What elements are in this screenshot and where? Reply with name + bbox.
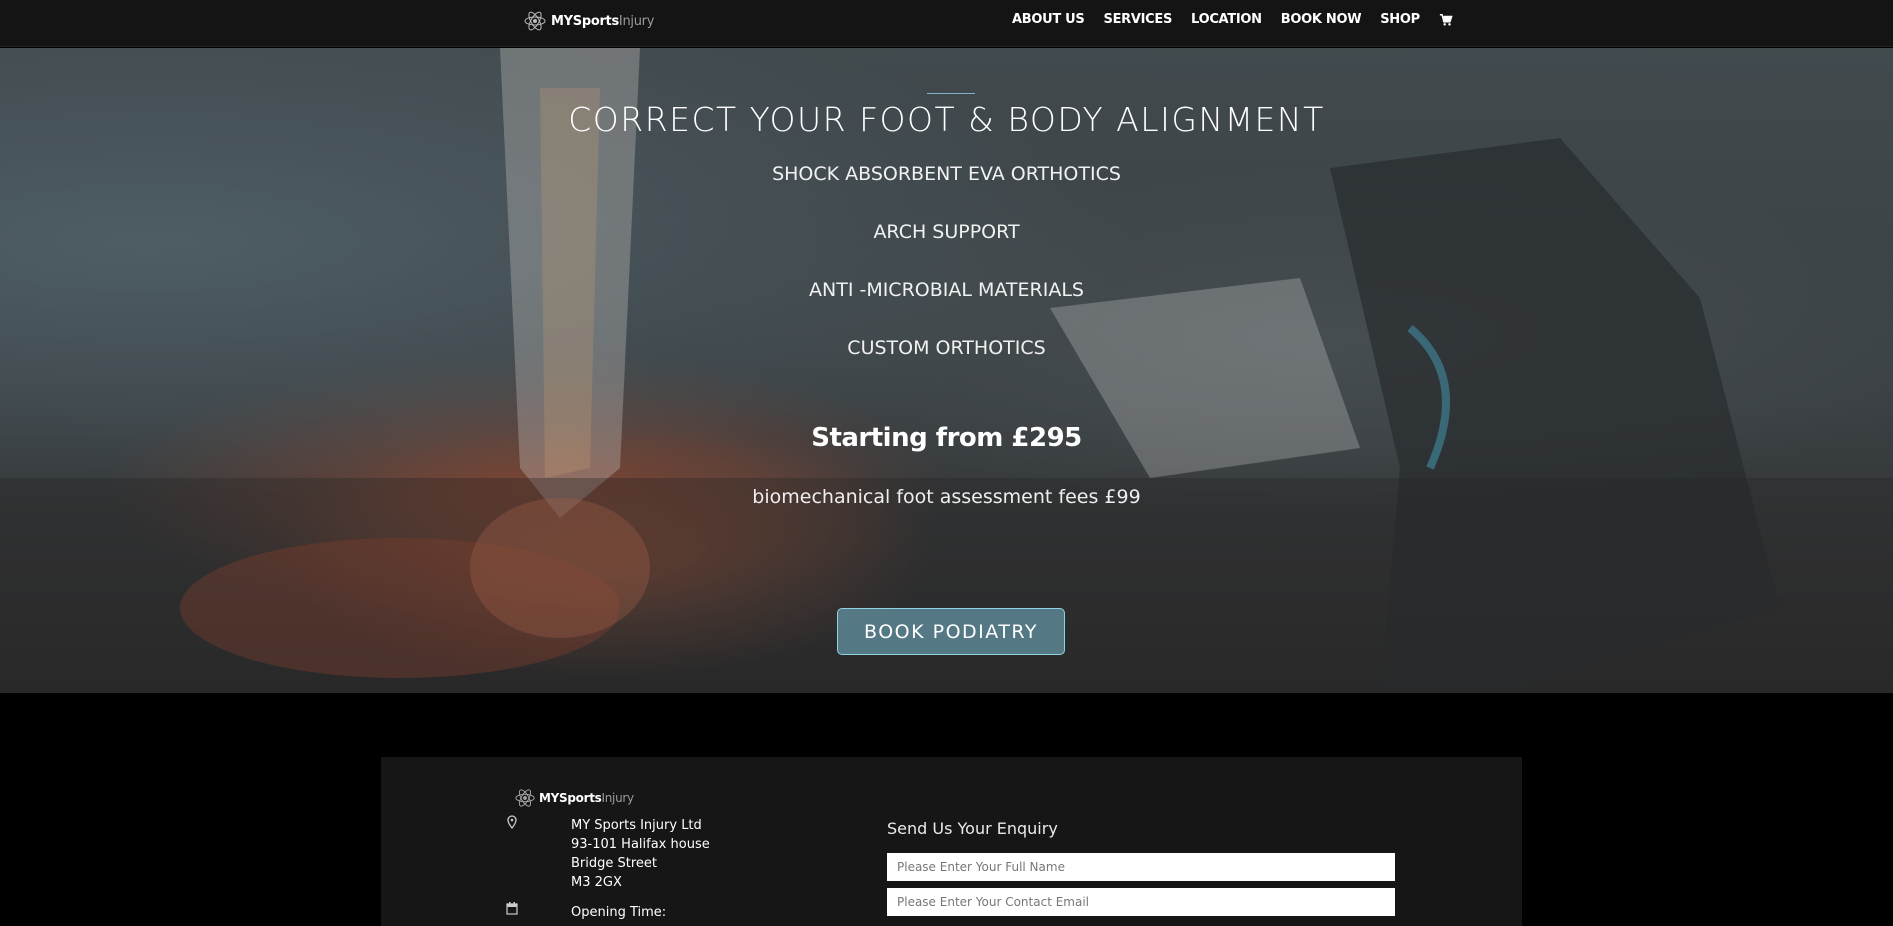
calendar-icon (506, 902, 518, 915)
contact-email-field[interactable] (887, 888, 1395, 916)
price-heading: Starting from £295 (811, 423, 1082, 453)
address-line: 93-101 Halifax house (571, 837, 710, 852)
atom-logo-icon (515, 789, 535, 807)
address-line: M3 2GX (571, 875, 622, 890)
footer-panel: MYSportsInjury MY Sports Injury Ltd 93-1… (381, 757, 1522, 926)
nav-shop[interactable]: SHOP (1380, 12, 1420, 27)
address-line: MY Sports Injury Ltd (571, 818, 702, 833)
opening-time-label: Opening Time: (571, 905, 667, 920)
location-pin-icon (507, 815, 517, 829)
nav-location[interactable]: LOCATION (1191, 12, 1262, 27)
nav-about-us[interactable]: ABOUT US (1012, 12, 1085, 27)
hero-title: CORRECT YOUR FOOT & BODY ALIGNMENT (568, 100, 1325, 139)
site-logo[interactable]: MYSportsInjury (523, 9, 654, 33)
title-divider (927, 93, 975, 94)
logo-text: MYSportsInjury (551, 13, 655, 29)
company-address: MY Sports Injury Ltd 93-101 Halifax hous… (571, 816, 710, 892)
feature-line: SHOCK ABSORBENT EVA ORTHOTICS (772, 163, 1121, 185)
nav-services[interactable]: SERVICES (1104, 12, 1173, 27)
cart-icon[interactable] (1439, 13, 1453, 27)
atom-logo-icon (524, 11, 546, 31)
footer-logo-text: MYSportsInjury (539, 791, 634, 805)
book-podiatry-button[interactable]: BOOK PODIATRY (837, 608, 1065, 655)
full-name-field[interactable] (887, 853, 1395, 881)
hero-background-image (0, 48, 1893, 693)
feature-line: ANTI -MICROBIAL MATERIALS (809, 279, 1084, 301)
assessment-fees-text: biomechanical foot assessment fees £99 (752, 486, 1141, 508)
feature-line: ARCH SUPPORT (873, 221, 1020, 243)
top-navigation-bar: MYSportsInjury ABOUT US SERVICES LOCATIO… (0, 0, 1893, 47)
feature-line: CUSTOM ORTHOTICS (847, 337, 1046, 359)
address-line: Bridge Street (571, 856, 658, 871)
nav-book-now[interactable]: BOOK NOW (1281, 12, 1362, 27)
footer-logo[interactable]: MYSportsInjury (514, 787, 634, 809)
main-nav: ABOUT US SERVICES LOCATION BOOK NOW SHOP (1012, 12, 1453, 27)
enquiry-title: Send Us Your Enquiry (887, 819, 1058, 838)
hero-banner: CORRECT YOUR FOOT & BODY ALIGNMENT SHOCK… (0, 48, 1893, 693)
